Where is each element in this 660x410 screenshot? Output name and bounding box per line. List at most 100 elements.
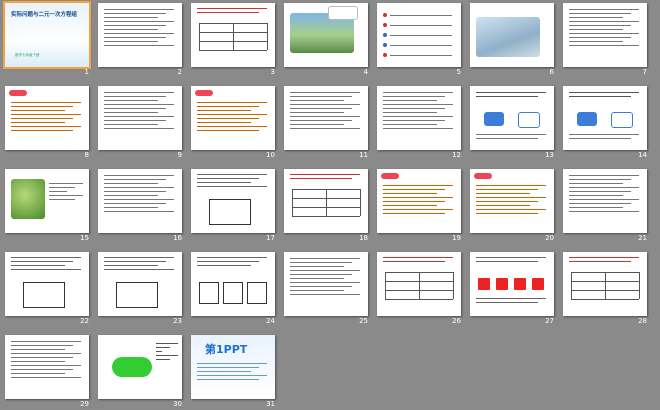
text-line	[383, 92, 453, 93]
text-line	[569, 203, 631, 204]
slide-tag	[381, 173, 399, 179]
text-line	[569, 45, 639, 46]
text-line	[290, 174, 360, 175]
text-line	[383, 124, 437, 125]
slide-thumbnail[interactable]	[377, 169, 461, 233]
slide-tag	[195, 90, 213, 96]
text-line	[104, 120, 166, 121]
table-rule	[199, 50, 267, 51]
table-rule	[292, 216, 360, 217]
list-line	[390, 55, 452, 56]
rectangle-figure	[23, 282, 65, 308]
slide-tag	[474, 173, 492, 179]
table-col	[267, 23, 268, 50]
text-line	[104, 257, 174, 258]
text-line	[104, 116, 174, 117]
text-line	[104, 269, 174, 270]
red-cross	[514, 278, 526, 290]
text-line	[290, 92, 360, 93]
slide-thumbnail[interactable]	[563, 252, 647, 316]
slide-thumbnail[interactable]: 实际问题与二元一次方程组数学七年级下册	[3, 1, 91, 69]
text-line	[569, 211, 639, 212]
slide-thumbnail[interactable]	[5, 252, 89, 316]
text-line	[11, 373, 65, 374]
slide-thumbnail[interactable]	[191, 3, 275, 67]
slide-thumbnail[interactable]	[470, 169, 554, 233]
slide-thumbnail[interactable]	[98, 3, 182, 67]
text-line	[290, 120, 352, 121]
slide-tag	[9, 90, 27, 96]
slide-subtitle: 数学七年级下册	[15, 53, 40, 57]
grid-figure	[223, 282, 243, 304]
slide-thumbnail[interactable]	[5, 335, 89, 399]
slide-number: 29	[80, 400, 89, 408]
slide-number: 18	[359, 234, 368, 242]
slide-thumbnail[interactable]	[284, 3, 368, 67]
text-line	[156, 351, 162, 352]
text-line	[104, 108, 166, 109]
text-line	[569, 13, 631, 14]
table-col	[419, 272, 420, 299]
text-line	[197, 261, 259, 262]
slide-number: 15	[80, 234, 89, 242]
text-line	[569, 92, 639, 93]
diagram-box	[518, 112, 540, 128]
slide-thumbnail[interactable]: 第1PPT	[191, 335, 275, 399]
slide-thumbnail[interactable]	[191, 86, 275, 150]
slide-thumbnail[interactable]	[377, 3, 461, 67]
slide-thumbnail[interactable]	[5, 86, 89, 150]
slide-thumbnail[interactable]	[284, 252, 368, 316]
slide-thumbnail[interactable]	[377, 252, 461, 316]
slide-thumbnail[interactable]	[98, 252, 182, 316]
text-line	[290, 104, 360, 105]
text-line	[104, 191, 166, 192]
slide-number: 19	[452, 234, 461, 242]
slide-thumbnail[interactable]	[191, 169, 275, 233]
slide-thumbnail[interactable]	[470, 252, 554, 316]
list-line	[390, 25, 452, 26]
text-line	[104, 207, 158, 208]
slide-number: 14	[638, 151, 647, 159]
slide-thumbnail[interactable]	[470, 3, 554, 67]
rectangle-figure	[116, 282, 158, 308]
slide-title: 实际问题与二元一次方程组	[11, 12, 78, 18]
slide-thumbnail[interactable]	[5, 169, 89, 233]
slide-thumbnail[interactable]	[98, 335, 182, 399]
text-line	[11, 106, 73, 107]
text-line	[197, 371, 251, 372]
text-line	[569, 199, 639, 200]
text-line	[49, 191, 67, 192]
table-col	[360, 189, 361, 216]
slide-number: 4	[363, 68, 368, 76]
text-line	[49, 183, 83, 184]
text-line	[11, 261, 73, 262]
slide-thumbnail[interactable]	[191, 252, 275, 316]
slide-thumbnail[interactable]	[470, 86, 554, 150]
slide-thumbnail[interactable]	[563, 3, 647, 67]
text-line	[569, 257, 639, 258]
text-line	[11, 122, 65, 123]
text-line	[11, 118, 73, 119]
text-line	[476, 92, 546, 93]
text-line	[569, 183, 623, 184]
table-rule	[385, 299, 453, 300]
slide-thumbnail[interactable]	[377, 86, 461, 150]
text-line	[156, 343, 178, 344]
text-line	[104, 179, 166, 180]
text-line	[11, 361, 65, 362]
slide-thumbnail[interactable]	[98, 169, 182, 233]
text-line	[569, 175, 639, 176]
text-line	[383, 197, 453, 198]
slide-thumbnail[interactable]	[98, 86, 182, 150]
text-line	[476, 193, 530, 194]
text-line	[197, 102, 267, 103]
slide-thumbnail[interactable]	[563, 169, 647, 233]
text-line	[569, 17, 623, 18]
text-line	[197, 174, 267, 175]
slide-thumbnail[interactable]	[284, 86, 368, 150]
text-line	[49, 195, 83, 196]
slide-thumbnail[interactable]	[563, 86, 647, 150]
text-line	[383, 209, 453, 210]
slide-thumbnail[interactable]	[284, 169, 368, 233]
text-line	[11, 345, 73, 346]
